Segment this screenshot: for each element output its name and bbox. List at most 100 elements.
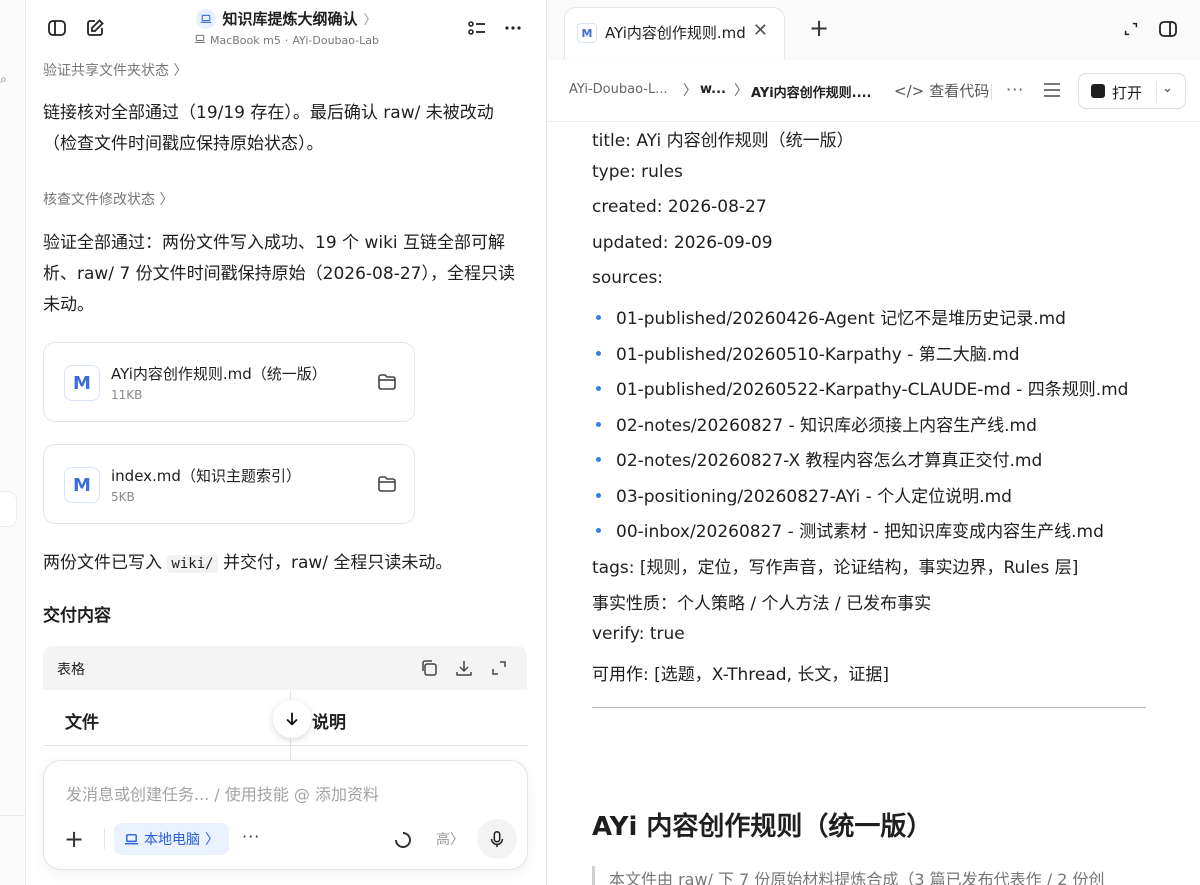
- app-edge-rail: ⌕: [0, 0, 26, 885]
- chat-subtitle: MacBook m5 · AYi-Doubao-Lab: [194, 33, 379, 48]
- file-size: 5KB: [111, 490, 135, 504]
- search-icon[interactable]: ⌕: [0, 72, 7, 87]
- composer-input[interactable]: 发消息或创建任务... / 使用技能 @ 添加资料: [66, 781, 379, 805]
- expand-icon[interactable]: [489, 658, 509, 678]
- document-heading: AYi 内容创作规则（统一版）: [592, 812, 933, 842]
- view-code-button[interactable]: </> 查看代码: [894, 80, 989, 101]
- open-button[interactable]: 打开 ⌄: [1078, 73, 1186, 109]
- app-icon: [1091, 84, 1105, 98]
- file-name: AYi内容创作规则.md（统一版）: [111, 365, 327, 383]
- list-item: 02-notes/20260827-X 教程内容怎么才算真正交付.md: [592, 446, 1042, 471]
- chevron-right-icon: 〉: [173, 63, 188, 79]
- list-item: 01-published/20260510-Karpathy - 第二大脑.md: [592, 340, 1020, 365]
- breadcrumb-item[interactable]: w...: [700, 82, 726, 97]
- table-row-divider: [43, 745, 527, 746]
- add-attachment-icon[interactable]: +: [64, 827, 84, 851]
- frontmatter-fact-nature: 事实性质：个人策略 / 个人方法 / 已发布事实: [592, 594, 932, 614]
- new-tab-icon[interactable]: +: [809, 16, 829, 40]
- chevron-right-icon: 〉: [363, 13, 377, 28]
- list-item: 00-inbox/20260827 - 测试素材 - 把知识库变成内容生产线.m…: [592, 517, 1104, 542]
- section-heading: 交付内容: [43, 606, 111, 626]
- copy-icon[interactable]: [419, 658, 439, 678]
- tab-title: AYi内容创作规则.md: [605, 24, 746, 42]
- loading-spinner-icon: [395, 832, 411, 848]
- chat-pane: 知识库提炼大纲确认 〉 MacBook m5 · AYi-Doubao-Lab …: [26, 0, 547, 885]
- microphone-button[interactable]: [477, 819, 517, 859]
- frontmatter-verify: verify: true: [592, 624, 685, 644]
- task-list-icon[interactable]: [466, 17, 488, 39]
- horizontal-rule: [592, 707, 1146, 708]
- message-paragraph: 验证全部通过：两份文件写入成功、19 个 wiki 互链全部可解析、raw/ 7…: [43, 233, 515, 315]
- chevron-right-icon: 〉: [450, 832, 464, 848]
- device-name: MacBook m5: [209, 34, 281, 47]
- markdown-file-icon: M: [64, 467, 100, 503]
- breadcrumb-item[interactable]: AYi-Doubao-L...: [569, 82, 668, 97]
- frontmatter-tags: tags: [规则，定位，写作声音，论证结构，事实边界，Rules 层]: [592, 558, 1079, 578]
- laptop-small-icon: [194, 33, 206, 48]
- rail-item[interactable]: [0, 492, 16, 526]
- table-label: 表格: [57, 662, 85, 678]
- file-card[interactable]: M AYi内容创作规则.md（统一版） 11KB: [43, 342, 415, 422]
- list-item: 03-positioning/20260827-AYi - 个人定位说明.md: [592, 482, 1012, 507]
- split-view-icon[interactable]: [1157, 18, 1179, 40]
- chevron-right-icon: 〉: [205, 832, 219, 848]
- chat-header: 知识库提炼大纲确认 〉 MacBook m5 · AYi-Doubao-Lab: [26, 0, 546, 56]
- chevron-right-icon: 〉: [734, 83, 748, 99]
- reasoning-level-selector[interactable]: 高〉: [436, 829, 464, 849]
- arrow-down-icon: [286, 712, 298, 726]
- open-folder-icon[interactable]: [376, 473, 398, 495]
- message-paragraph: 两份文件已写入 wiki/ 并交付，raw/ 全程只读未动。: [43, 553, 453, 573]
- rail-divider: [0, 815, 26, 816]
- more-options-icon[interactable]: [502, 17, 524, 39]
- inline-code: wiki/: [167, 555, 218, 573]
- frontmatter-title: title: AYi 内容创作规则（统一版）: [592, 131, 854, 151]
- project-name: AYi-Doubao-Lab: [292, 34, 380, 47]
- open-folder-icon[interactable]: [376, 371, 398, 393]
- breadcrumb-item[interactable]: AYi内容创作规则....: [751, 82, 871, 101]
- laptop-icon: [196, 8, 217, 29]
- collapse-icon[interactable]: [1120, 18, 1142, 40]
- frontmatter-type: type: rules: [592, 162, 683, 182]
- download-icon[interactable]: [454, 658, 474, 678]
- chevron-down-icon[interactable]: ⌄: [1162, 81, 1173, 96]
- markdown-file-icon: M: [577, 23, 597, 43]
- frontmatter-sources-label: sources:: [592, 268, 664, 288]
- outline-icon[interactable]: [1043, 82, 1061, 98]
- table-toolbar: 表格: [43, 646, 527, 690]
- file-card[interactable]: M index.md（知识主题索引） 5KB: [43, 444, 415, 524]
- chevron-right-icon: 〉: [159, 192, 174, 208]
- list-item: 01-published/20260426-Agent 记忆不是堆历史记录.md: [592, 304, 1066, 329]
- list-item: 01-published/20260522-Karpathy-CLAUDE-md…: [592, 375, 1128, 400]
- chevron-right-icon: 〉: [683, 83, 697, 99]
- table-header-cell: 文件: [65, 713, 99, 733]
- frontmatter-usable: 可用作: [选题，X-Thread, 长文，证据]: [592, 665, 890, 685]
- chat-title: 知识库提炼大纲确认: [222, 10, 358, 28]
- markdown-file-icon: M: [64, 365, 100, 401]
- close-icon[interactable]: ✕: [753, 20, 768, 41]
- composer-divider: [104, 829, 105, 849]
- frontmatter-created: created: 2026-08-27: [592, 197, 767, 217]
- file-size: 11KB: [111, 388, 143, 402]
- message-paragraph: 链接核对全部通过（19/19 存在）。最后确认 raw/ 未被改动（检查文件时间…: [43, 103, 494, 154]
- message-composer: 发消息或创建任务... / 使用技能 @ 添加资料 + 本地电脑 〉 ··· 高…: [43, 760, 528, 870]
- table-header-cell: 说明: [312, 713, 346, 733]
- step-check-file-modifications[interactable]: 核查文件修改状态 〉: [43, 189, 173, 209]
- tab-document[interactable]: M AYi内容创作规则.md ✕: [564, 7, 785, 59]
- step-verify-shared-folder[interactable]: 验证共享文件夹状态 〉: [43, 60, 187, 80]
- environment-chip[interactable]: 本地电脑 〉: [114, 823, 229, 855]
- breadcrumb: AYi-Doubao-L... 〉 w... 〉 AYi内容创作规则.... <…: [547, 60, 1200, 122]
- more-options-icon[interactable]: ···: [1006, 80, 1024, 99]
- microphone-icon: [490, 831, 504, 848]
- code-icon: </>: [894, 81, 925, 100]
- laptop-icon: [124, 833, 139, 844]
- subtitle-separator: ·: [284, 34, 289, 47]
- tab-bar: M AYi内容创作规则.md ✕ +: [547, 0, 1200, 60]
- file-name: index.md（知识主题索引）: [111, 467, 301, 485]
- more-options-icon[interactable]: ···: [242, 827, 260, 846]
- scroll-to-bottom-button[interactable]: [273, 700, 311, 738]
- list-item: 02-notes/20260827 - 知识库必须接上内容生产线.md: [592, 411, 1037, 436]
- toolbar-divider: [991, 84, 992, 100]
- blockquote: 本文件由 raw/ 下 7 份原始材料提炼合成（3 篇已发布代表作 / 2 份创: [592, 866, 1152, 885]
- frontmatter-updated: updated: 2026-09-09: [592, 233, 773, 253]
- document-pane: M AYi内容创作规则.md ✕ + AYi-Doubao-L... 〉 w..…: [547, 0, 1200, 885]
